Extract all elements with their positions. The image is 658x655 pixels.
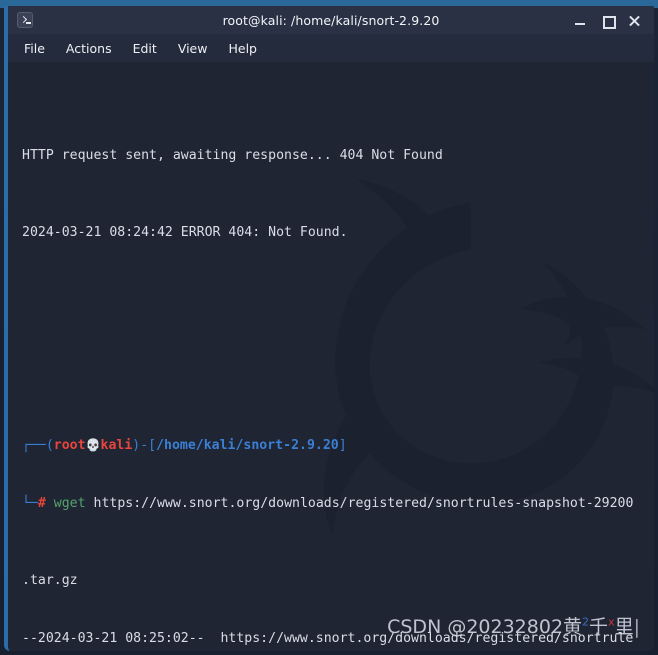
terminal-line: HTTP request sent, awaiting response... … [22, 148, 443, 164]
menu-item-edit[interactable]: Edit [133, 41, 157, 56]
command-name-wget: wget [53, 495, 86, 511]
terminal-window: root@kali: /home/kali/snort-2.9.20 File … [4, 6, 654, 651]
menu-item-actions[interactable]: Actions [66, 41, 112, 56]
prompt-paren-close: )-[ [132, 437, 157, 453]
prompt-corner-bottom: └─ [22, 495, 38, 511]
close-button[interactable] [628, 14, 641, 27]
menu-item-help[interactable]: Help [228, 41, 257, 56]
window-controls [574, 14, 654, 29]
minimize-button[interactable] [574, 14, 587, 27]
menu-item-view[interactable]: View [178, 41, 208, 56]
terminal-icon [17, 12, 33, 28]
shell-prompt-top: ┌──(root💀kali)-[/home/kali/snort-2.9.20] [22, 436, 648, 455]
prompt-corner-top: ┌── [22, 437, 46, 453]
prompt-user: root [53, 437, 86, 453]
prompt-bracket-close: ] [338, 437, 347, 453]
terminal-output-area[interactable]: HTTP request sent, awaiting response... … [8, 62, 654, 651]
terminal-line: --2024-03-21 08:25:02-- https://www.snor… [22, 630, 634, 646]
terminal-line: .tar.gz [22, 572, 78, 588]
window-title: root@kali: /home/kali/snort-2.9.20 [222, 12, 440, 28]
terminal-line: 2024-03-21 08:24:42 ERROR 404: Not Found… [22, 225, 348, 241]
skull-icon: 💀 [85, 437, 101, 452]
shell-command-line: └─# wget https://www.snort.org/downloads… [22, 494, 648, 513]
window-titlebar[interactable]: root@kali: /home/kali/snort-2.9.20 [8, 6, 654, 34]
desktop-background: root@kali: /home/kali/snort-2.9.20 File … [0, 0, 658, 655]
prompt-hash: # [37, 495, 46, 511]
terminal-text: HTTP request sent, awaiting response... … [8, 66, 654, 651]
command-arg-url: https://www.snort.org/downloads/register… [93, 495, 634, 511]
menu-item-file[interactable]: File [24, 41, 45, 56]
prompt-path: /home/kali/snort-2.9.20 [156, 437, 339, 453]
menu-bar: File Actions Edit View Help [8, 34, 654, 62]
maximize-button[interactable] [601, 14, 616, 29]
prompt-host: kali [100, 437, 133, 453]
prompt-paren-open: ( [45, 437, 54, 453]
